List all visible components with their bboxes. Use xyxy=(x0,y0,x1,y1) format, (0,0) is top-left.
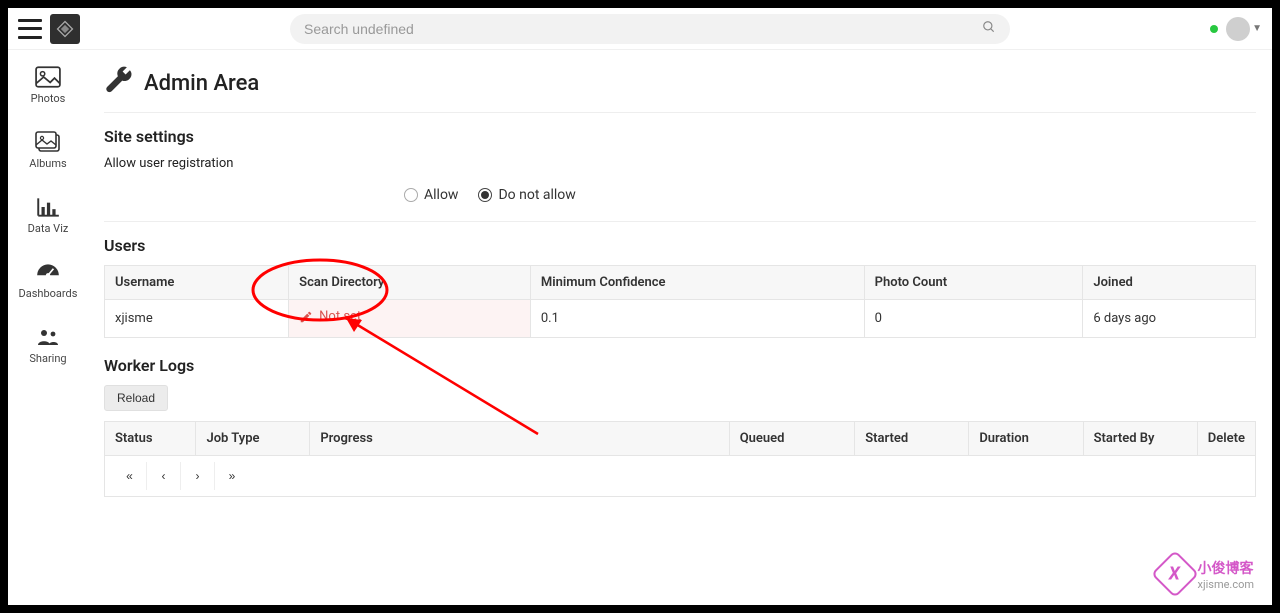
table-row: xjisme Not set 0.1 0 6 days ago xyxy=(105,300,1256,338)
sidebar-item-dashboards[interactable]: Dashboards xyxy=(8,255,88,306)
col-status: Status xyxy=(105,421,196,455)
page-last-button[interactable]: » xyxy=(215,462,249,490)
cell-joined: 6 days ago xyxy=(1083,300,1256,338)
col-queued: Queued xyxy=(729,421,854,455)
radio-icon xyxy=(478,188,492,202)
radio-icon xyxy=(404,188,418,202)
col-delete: Delete xyxy=(1197,421,1255,455)
sidebar-item-label: Sharing xyxy=(29,352,66,365)
avatar xyxy=(1226,17,1250,41)
page-first-button[interactable]: « xyxy=(113,462,147,490)
radio-do-not-allow[interactable]: Do not allow xyxy=(478,187,575,203)
radio-label: Allow xyxy=(424,187,458,203)
cell-min-confidence: 0.1 xyxy=(530,300,864,338)
section-heading-site-settings: Site settings xyxy=(104,127,1256,146)
watermark-logo: X xyxy=(1150,550,1198,598)
sidebar-item-label: Dashboards xyxy=(19,287,78,300)
not-set-text: Not set xyxy=(319,309,361,324)
status-indicator xyxy=(1210,25,1218,33)
search-bar[interactable] xyxy=(290,14,1010,44)
main-content: Admin Area Site settings Allow user regi… xyxy=(88,50,1272,605)
radio-allow[interactable]: Allow xyxy=(404,187,458,203)
sidebar-item-dataviz[interactable]: Data Viz xyxy=(8,190,88,241)
scan-directory-not-set-link[interactable]: Not set xyxy=(299,309,361,324)
top-bar: ▼ xyxy=(8,8,1272,50)
app-logo[interactable] xyxy=(50,14,80,44)
sidebar-item-label: Photos xyxy=(31,92,66,105)
col-minimum-confidence: Minimum Confidence xyxy=(530,266,864,300)
col-username: Username xyxy=(105,266,289,300)
watermark-text-domain: xjisme.com xyxy=(1198,578,1255,591)
search-icon xyxy=(982,20,996,38)
col-duration: Duration xyxy=(969,421,1083,455)
edit-icon xyxy=(299,310,313,324)
chevron-down-icon: ▼ xyxy=(1252,23,1262,34)
col-progress: Progress xyxy=(310,421,729,455)
sharing-icon xyxy=(35,326,61,348)
users-table: Username Scan Directory Minimum Confiden… xyxy=(104,265,1256,338)
search-input[interactable] xyxy=(304,21,982,37)
setting-label-allow-registration: Allow user registration xyxy=(104,156,1256,171)
page-prev-button[interactable]: ‹ xyxy=(147,462,181,490)
watermark: X 小俊博客 xjisme.com xyxy=(1158,557,1255,591)
page-next-button[interactable]: › xyxy=(181,462,215,490)
photos-icon xyxy=(35,66,61,88)
dashboard-icon xyxy=(35,261,61,283)
col-photo-count: Photo Count xyxy=(864,266,1083,300)
cell-username: xjisme xyxy=(105,300,289,338)
section-heading-users: Users xyxy=(104,236,1256,255)
section-heading-worker-logs: Worker Logs xyxy=(104,356,1256,375)
worker-logs-table: Status Job Type Progress Queued Started … xyxy=(104,421,1256,497)
radio-label: Do not allow xyxy=(498,187,575,203)
chart-icon xyxy=(35,196,61,218)
sidebar: Photos Albums Data Viz Dashboards Sharin… xyxy=(8,50,88,605)
col-started-by: Started By xyxy=(1083,421,1197,455)
sidebar-item-photos[interactable]: Photos xyxy=(8,60,88,111)
col-started: Started xyxy=(855,421,969,455)
cell-photo-count: 0 xyxy=(864,300,1083,338)
sidebar-item-label: Data Viz xyxy=(28,222,69,235)
watermark-text-cn: 小俊博客 xyxy=(1198,558,1255,578)
col-joined: Joined xyxy=(1083,266,1256,300)
col-job-type: Job Type xyxy=(196,421,310,455)
menu-toggle-button[interactable] xyxy=(18,19,42,39)
wrench-icon xyxy=(104,66,134,100)
albums-icon xyxy=(35,131,61,153)
user-menu[interactable]: ▼ xyxy=(1226,17,1262,41)
allow-registration-radio-group: Allow Do not allow xyxy=(104,187,1256,203)
sidebar-item-sharing[interactable]: Sharing xyxy=(8,320,88,371)
col-scan-directory: Scan Directory xyxy=(289,266,531,300)
page-title: Admin Area xyxy=(144,71,259,96)
sidebar-item-albums[interactable]: Albums xyxy=(8,125,88,176)
sidebar-item-label: Albums xyxy=(29,157,66,170)
reload-button[interactable]: Reload xyxy=(104,385,168,411)
pagination: « ‹ › » xyxy=(113,462,1247,490)
